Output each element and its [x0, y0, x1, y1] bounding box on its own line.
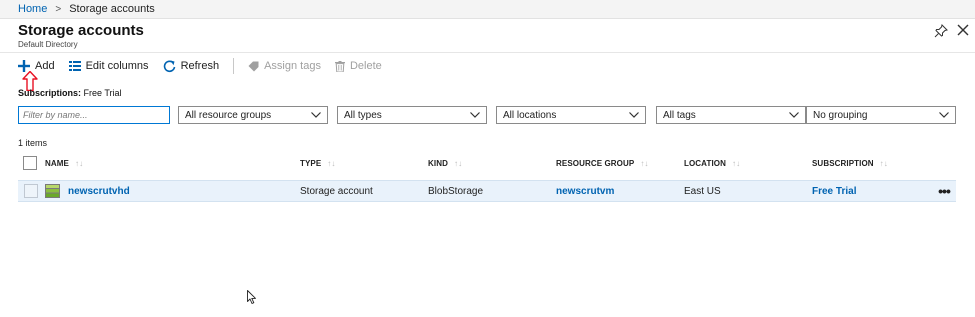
- column-header-location-label: LOCATION: [684, 158, 726, 168]
- page-subtitle: Default Directory: [18, 40, 78, 49]
- breadcrumb-current: Storage accounts: [69, 3, 155, 15]
- row-checkbox[interactable]: [24, 184, 38, 198]
- subscriptions-filter-label[interactable]: Subscriptions: Free Trial: [18, 88, 122, 98]
- chevron-down-icon: [939, 112, 949, 118]
- delete-button[interactable]: Delete: [334, 60, 382, 72]
- assign-tags-label: Assign tags: [264, 60, 321, 72]
- column-header-type-label: TYPE: [300, 158, 322, 168]
- refresh-label: Refresh: [180, 60, 220, 72]
- column-header-resource-group[interactable]: RESOURCE GROUP ↑↓: [556, 152, 649, 174]
- sort-icon: ↑↓: [640, 158, 649, 168]
- column-header-location[interactable]: LOCATION ↑↓: [684, 152, 740, 174]
- grouping-dropdown[interactable]: No grouping: [806, 106, 956, 124]
- items-count: 1 items: [18, 138, 48, 148]
- types-dropdown[interactable]: All types: [337, 106, 487, 124]
- column-header-kind-label: KIND: [428, 158, 448, 168]
- locations-dropdown[interactable]: All locations: [496, 106, 646, 124]
- resource-groups-dropdown[interactable]: All resource groups: [178, 106, 328, 124]
- delete-label: Delete: [349, 60, 382, 72]
- sort-icon: ↑↓: [74, 158, 84, 168]
- refresh-icon: [163, 60, 175, 72]
- row-resource-group-link[interactable]: newscrutvm: [556, 181, 614, 201]
- chevron-down-icon: [789, 112, 799, 118]
- trash-icon: [334, 60, 345, 72]
- column-header-type[interactable]: TYPE ↑↓: [300, 152, 336, 174]
- column-header-kind[interactable]: KIND ↑↓: [428, 152, 462, 174]
- storage-account-icon: [45, 184, 60, 198]
- tag-icon: [248, 61, 259, 71]
- sort-icon: ↑↓: [731, 158, 741, 168]
- table-row[interactable]: newscrutvhd Storage account BlobStorage …: [18, 180, 956, 202]
- filter-by-name-input[interactable]: [18, 106, 170, 124]
- column-header-name-label: NAME: [45, 158, 69, 168]
- toolbar-separator: [233, 58, 235, 74]
- mouse-cursor-icon: [247, 290, 256, 304]
- row-subscription-link[interactable]: Free Trial: [812, 181, 856, 201]
- breadcrumb-home-link[interactable]: Home: [18, 3, 47, 15]
- breadcrumb-separator: >: [55, 3, 62, 15]
- tags-value: All tags: [663, 109, 696, 121]
- columns-icon: [68, 61, 81, 71]
- chevron-down-icon: [470, 112, 480, 118]
- resource-groups-value: All resource groups: [185, 109, 272, 121]
- pin-icon[interactable]: [934, 24, 948, 38]
- chevron-down-icon: [629, 112, 639, 118]
- subscriptions-value: Free Trial: [83, 88, 122, 98]
- types-value: All types: [344, 109, 382, 121]
- close-icon[interactable]: [956, 23, 970, 37]
- toolbar-divider-line: [0, 52, 975, 53]
- row-kind: BlobStorage: [428, 185, 484, 197]
- column-header-subscription-label: SUBSCRIPTION: [812, 158, 874, 168]
- edit-columns-button[interactable]: Edit columns: [68, 60, 149, 72]
- sort-icon: ↑↓: [879, 158, 888, 168]
- sort-icon: ↑↓: [453, 158, 463, 168]
- assign-tags-button[interactable]: Assign tags: [248, 60, 321, 72]
- page-title: Storage accounts: [18, 22, 144, 39]
- locations-value: All locations: [503, 109, 557, 121]
- subscriptions-label: Subscriptions:: [18, 88, 82, 98]
- sort-icon: ↑↓: [327, 158, 336, 168]
- column-header-resource-group-label: RESOURCE GROUP: [556, 158, 635, 168]
- refresh-button[interactable]: Refresh: [163, 60, 220, 73]
- row-location: East US: [684, 185, 721, 197]
- more-options-icon[interactable]: •••: [936, 183, 952, 199]
- row-type: Storage account: [300, 185, 373, 197]
- toolbar: Add Edit columns Refresh Assign tags Del…: [18, 56, 396, 76]
- tags-dropdown[interactable]: All tags: [656, 106, 806, 124]
- edit-columns-label: Edit columns: [85, 60, 149, 72]
- select-all-checkbox[interactable]: [23, 156, 37, 170]
- column-header-name[interactable]: NAME ↑↓: [45, 152, 83, 174]
- column-header-subscription[interactable]: SUBSCRIPTION ↑↓: [812, 152, 888, 174]
- chevron-down-icon: [311, 112, 321, 118]
- grouping-value: No grouping: [813, 109, 868, 121]
- row-name-link[interactable]: newscrutvhd: [68, 181, 130, 201]
- breadcrumb: Home > Storage accounts: [0, 0, 975, 19]
- table-header: NAME ↑↓ TYPE ↑↓ KIND ↑↓ RESOURCE GROUP ↑↓ LO…: [18, 152, 956, 174]
